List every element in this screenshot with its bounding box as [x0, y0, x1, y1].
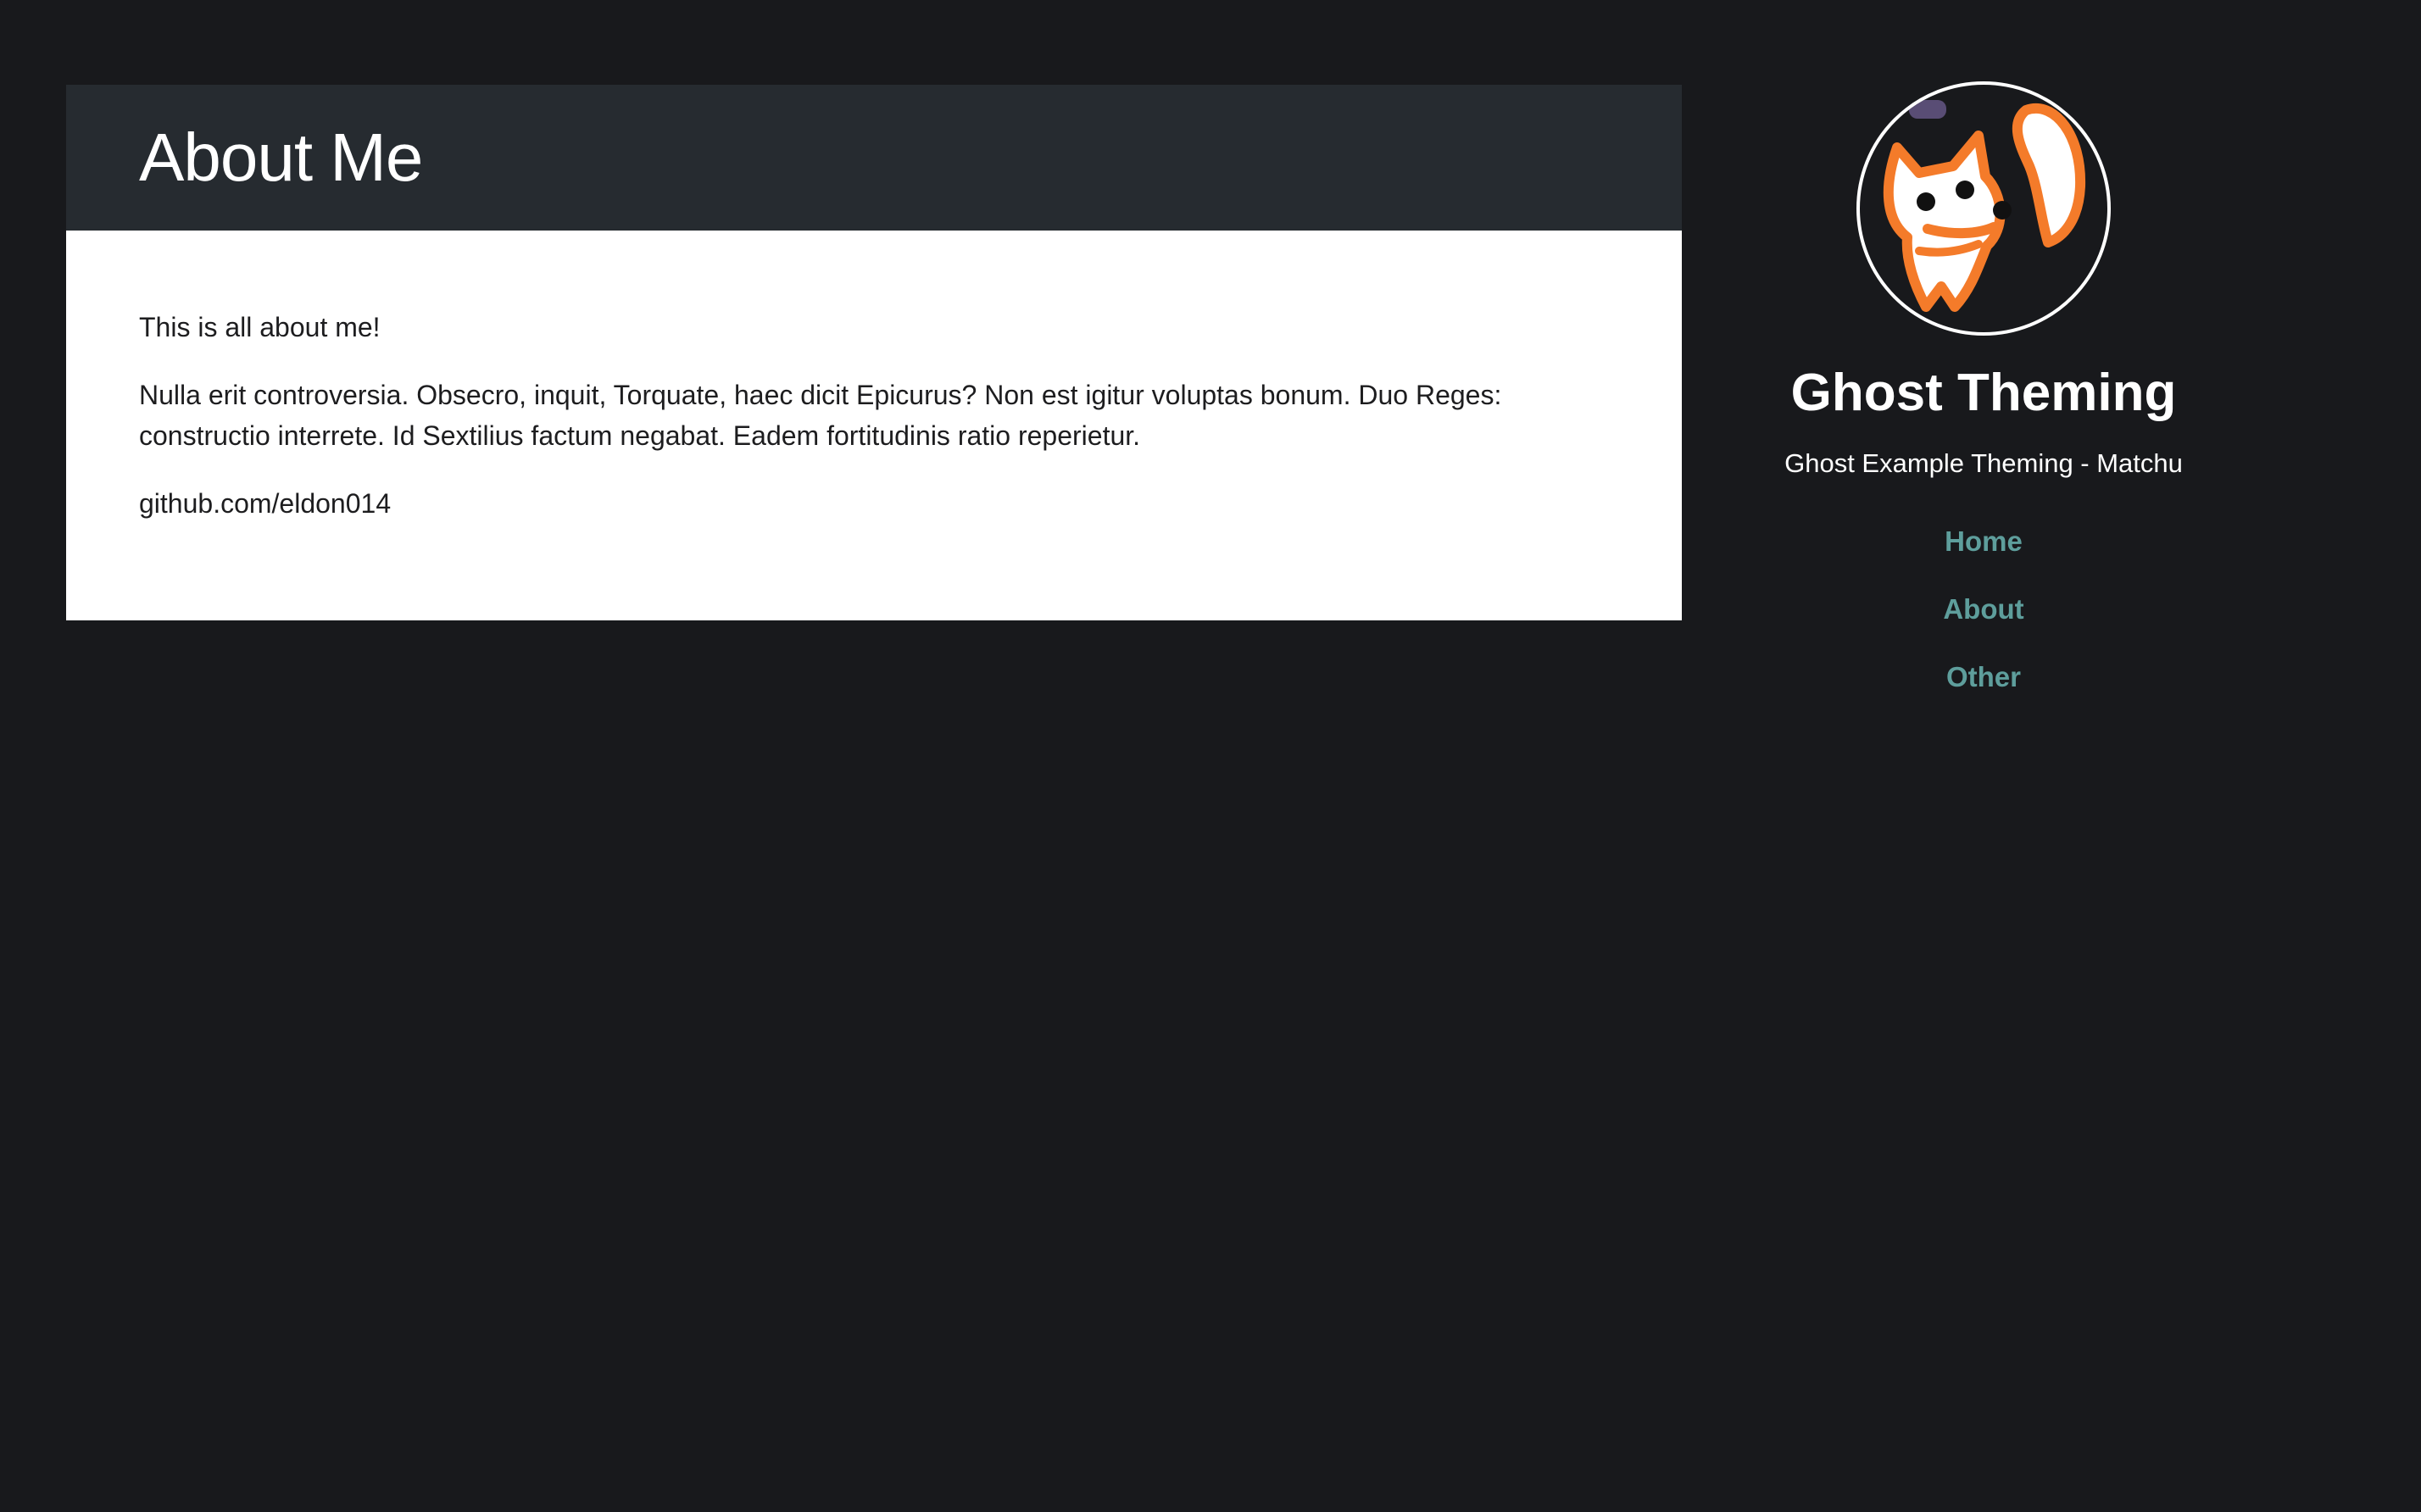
intro-paragraph: This is all about me!: [139, 312, 381, 342]
nav-link-about[interactable]: About: [1943, 575, 2023, 643]
avatar[interactable]: [1856, 81, 2111, 336]
site-description: Ghost Example Theming - Matchu: [1784, 448, 2183, 478]
main-nav: Home About Other: [1943, 508, 2023, 711]
post-header: About Me: [66, 85, 1682, 231]
nav-link-other[interactable]: Other: [1946, 643, 2021, 711]
post-content: This is all about me! Nulla erit controv…: [66, 231, 1682, 620]
sidebar: Ghost Theming Ghost Example Theming - Ma…: [1729, 81, 2238, 711]
site-title[interactable]: Ghost Theming: [1791, 363, 2177, 423]
page-title: About Me: [139, 120, 423, 195]
github-link-text: github.com/eldon014: [139, 488, 392, 519]
nav-link-home[interactable]: Home: [1945, 508, 2023, 575]
page: About Me This is all about me! Nulla eri…: [0, 0, 2421, 1512]
post-card: About Me This is all about me! Nulla eri…: [66, 85, 1682, 620]
body-paragraph: Nulla erit controversia. Obsecro, inquit…: [139, 380, 1502, 451]
cartoon-fox-icon: [1883, 100, 2086, 312]
